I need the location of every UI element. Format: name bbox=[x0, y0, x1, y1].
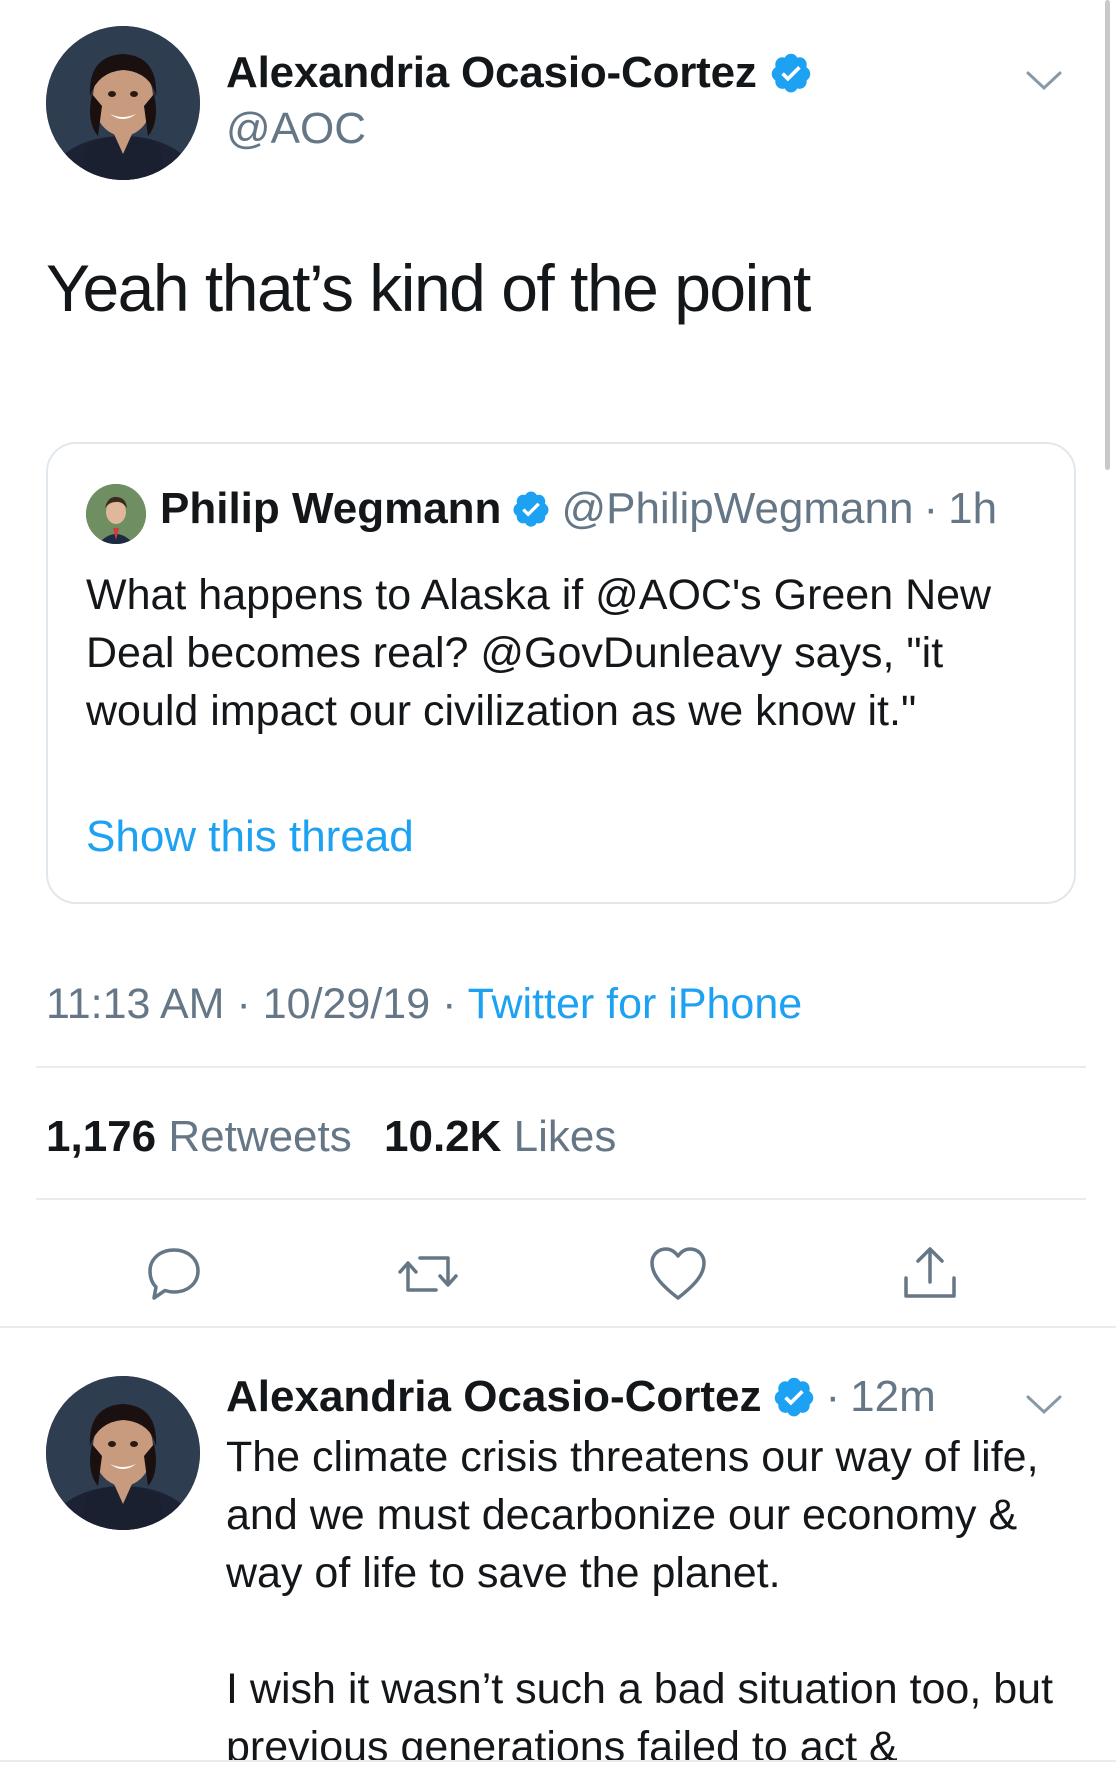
reply-tweet-header: Alexandria Ocasio-Cortez · 12m bbox=[226, 1372, 936, 1422]
tweet-meta: 11:13 AM · 10/29/19 · Twitter for iPhone bbox=[46, 980, 802, 1029]
retweets-count: 1,176 bbox=[46, 1112, 157, 1161]
main-tweet: Alexandria Ocasio-Cortez @AOC Yeah that’… bbox=[0, 0, 1116, 1340]
chevron-down-icon[interactable] bbox=[1024, 68, 1064, 94]
tweet-source-link[interactable]: Twitter for iPhone bbox=[468, 980, 803, 1028]
verified-badge-icon bbox=[772, 1375, 816, 1419]
quoted-tweet-age: 1h bbox=[948, 484, 998, 533]
quoted-author-name[interactable]: Philip Wegmann bbox=[160, 484, 501, 534]
reply-paragraph: I wish it wasn’t such a bad situation to… bbox=[226, 1665, 1054, 1771]
retweets-label: Retweets bbox=[168, 1112, 352, 1161]
separator-dot: · bbox=[236, 980, 251, 1028]
quoted-tweet-card[interactable]: Philip Wegmann @PhilipWegmann · 1h What … bbox=[46, 442, 1076, 904]
separator-dot: · bbox=[825, 1372, 841, 1421]
tweet-text: Yeah that’s kind of the point bbox=[46, 251, 811, 325]
share-icon[interactable] bbox=[900, 1244, 960, 1304]
reply-tweet-text: The climate crisis threatens our way of … bbox=[226, 1428, 1086, 1774]
likes-label: Likes bbox=[513, 1112, 617, 1161]
retweets-stat[interactable]: 1,176 Retweets bbox=[46, 1112, 384, 1161]
chevron-down-icon[interactable] bbox=[1024, 1392, 1064, 1418]
reply-tweet-age: 12m bbox=[850, 1372, 936, 1421]
reply-author-avatar[interactable] bbox=[46, 1376, 200, 1530]
heart-icon[interactable] bbox=[648, 1244, 708, 1304]
author-name[interactable]: Alexandria Ocasio-Cortez bbox=[226, 48, 757, 98]
likes-count: 10.2K bbox=[384, 1112, 502, 1161]
likes-stat[interactable]: 10.2K Likes bbox=[384, 1112, 636, 1161]
verified-badge-icon bbox=[769, 51, 813, 95]
reply-author-name[interactable]: Alexandria Ocasio-Cortez bbox=[226, 1372, 762, 1422]
show-thread-link[interactable]: Show this thread bbox=[86, 812, 414, 862]
bottom-edge bbox=[0, 1760, 1116, 1774]
verified-badge-icon bbox=[511, 489, 551, 529]
tweet-stats: 1,176 Retweets 10.2K Likes bbox=[46, 1112, 636, 1162]
quoted-author-avatar[interactable] bbox=[86, 484, 146, 544]
separator-dot: · bbox=[923, 484, 939, 533]
tweet-actions bbox=[0, 1244, 1116, 1308]
tweet-date: 10/29/19 bbox=[262, 980, 431, 1028]
reply-icon[interactable] bbox=[144, 1244, 204, 1304]
divider bbox=[0, 1326, 1116, 1328]
author-avatar[interactable] bbox=[46, 26, 200, 180]
tweet-time: 11:13 AM bbox=[46, 980, 225, 1028]
divider bbox=[36, 1198, 1086, 1200]
retweet-icon[interactable] bbox=[396, 1244, 458, 1304]
reply-paragraph: The climate crisis threatens our way of … bbox=[226, 1433, 1039, 1597]
author-handle[interactable]: @AOC bbox=[226, 104, 366, 154]
divider bbox=[36, 1066, 1086, 1068]
quoted-author-handle[interactable]: @PhilipWegmann bbox=[561, 484, 913, 534]
quoted-tweet-text: What happens to Alaska if @AOC's Green N… bbox=[86, 571, 992, 735]
separator-dot: · bbox=[442, 980, 457, 1028]
author-name-row: Alexandria Ocasio-Cortez bbox=[226, 48, 813, 98]
quoted-tweet-header: Philip Wegmann @PhilipWegmann · 1h bbox=[160, 484, 997, 534]
